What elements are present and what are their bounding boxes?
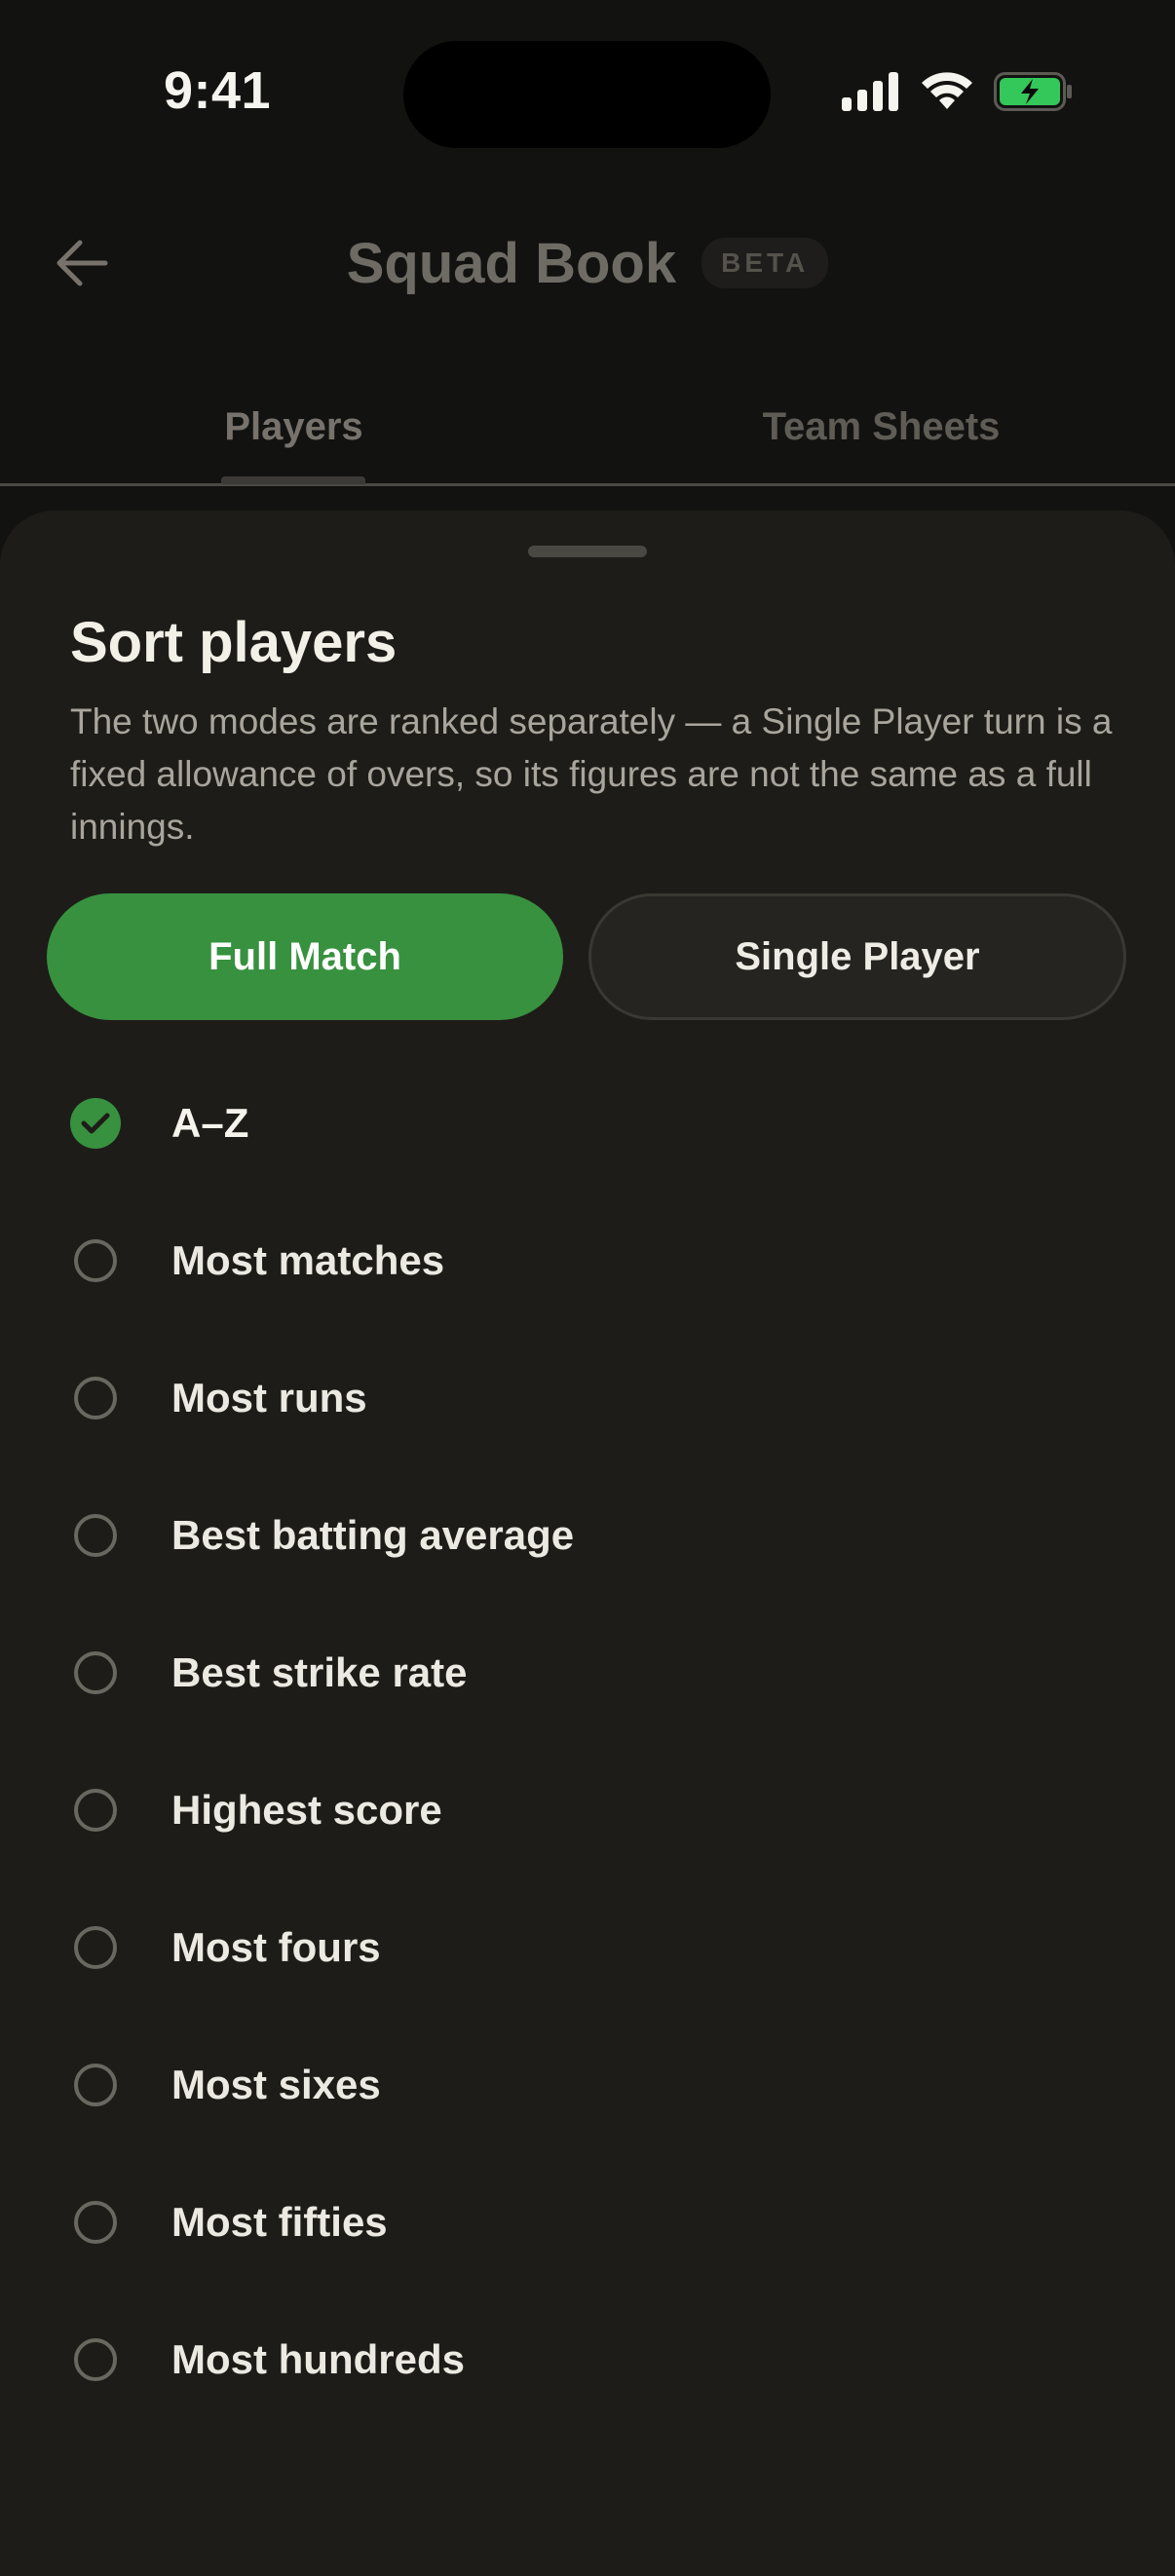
radio-unchecked-icon (74, 1513, 117, 1557)
sort-option-label: Most runs (171, 1374, 367, 1421)
radio-unchecked-icon (74, 1788, 117, 1832)
header: Squad Book BETA (0, 224, 1175, 302)
sort-option-label: Most fifties (171, 2198, 388, 2245)
sort-option-label: Highest score (171, 1786, 442, 1833)
tab-team-sheets[interactable]: Team Sheets (588, 370, 1175, 483)
sort-option-most-hundreds[interactable]: Most hundreds (0, 2291, 1175, 2428)
tab-bar: Players Team Sheets (0, 370, 1175, 486)
sort-option-most-fours[interactable]: Most fours (0, 1878, 1175, 2016)
sort-option-best-strike-rate[interactable]: Best strike rate (0, 1604, 1175, 1741)
active-tab-indicator (221, 476, 365, 484)
wifi-icon (922, 72, 972, 109)
page-title: Squad Book (346, 231, 677, 295)
sort-sheet: Sort players The two modes are ranked se… (0, 511, 1175, 2576)
screen: 9:41 Squad Book BETA Players Team Sheets… (0, 0, 1175, 2576)
mode-toggle: Full Match Single Player (47, 893, 1128, 1024)
sort-options-list: A–Z Most matches Most runs Best batting … (0, 1054, 1175, 2428)
sort-option-label: A–Z (171, 1099, 249, 1146)
radio-unchecked-icon (74, 2337, 117, 2381)
checkmark-icon (81, 1113, 110, 1133)
cellular-signal-icon (842, 72, 898, 111)
status-time: 9:41 (164, 61, 272, 120)
single-player-button[interactable]: Single Player (588, 893, 1126, 1020)
sort-option-label: Most fours (171, 1923, 381, 1970)
sort-option-most-sixes[interactable]: Most sixes (0, 2016, 1175, 2153)
sort-option-label: Most sixes (171, 2061, 381, 2107)
radio-checked-icon (70, 1097, 121, 1149)
radio-unchecked-icon (74, 1238, 117, 1282)
radio-unchecked-icon (74, 2063, 117, 2106)
full-match-button[interactable]: Full Match (47, 893, 563, 1020)
sort-option-best-batting-average[interactable]: Best batting average (0, 1466, 1175, 1604)
sort-option-label: Best batting average (171, 1511, 575, 1558)
dynamic-island (403, 41, 771, 148)
sort-option-label: Most hundreds (171, 2335, 465, 2382)
sort-option-most-matches[interactable]: Most matches (0, 1192, 1175, 1329)
sort-option-most-fifties[interactable]: Most fifties (0, 2153, 1175, 2291)
radio-unchecked-icon (74, 1650, 117, 1694)
sheet-grabber[interactable] (528, 546, 647, 557)
battery-charging-icon (994, 72, 1072, 111)
status-icons (842, 72, 1074, 111)
sheet-description: The two modes are ranked separately — a … (70, 701, 1113, 847)
sheet-title: Sort players (70, 611, 398, 674)
radio-unchecked-icon (74, 1925, 117, 1969)
tab-players[interactable]: Players (0, 370, 588, 483)
radio-unchecked-icon (74, 2200, 117, 2244)
sort-option-label: Most matches (171, 1236, 445, 1283)
sort-option-label: Best strike rate (171, 1648, 468, 1695)
radio-unchecked-icon (74, 1376, 117, 1420)
status-bar: 9:41 (0, 0, 1175, 195)
sort-option-highest-score[interactable]: Highest score (0, 1741, 1175, 1878)
beta-badge: BETA (701, 238, 829, 288)
sort-option-a-z[interactable]: A–Z (0, 1054, 1175, 1192)
sort-option-most-runs[interactable]: Most runs (0, 1329, 1175, 1466)
